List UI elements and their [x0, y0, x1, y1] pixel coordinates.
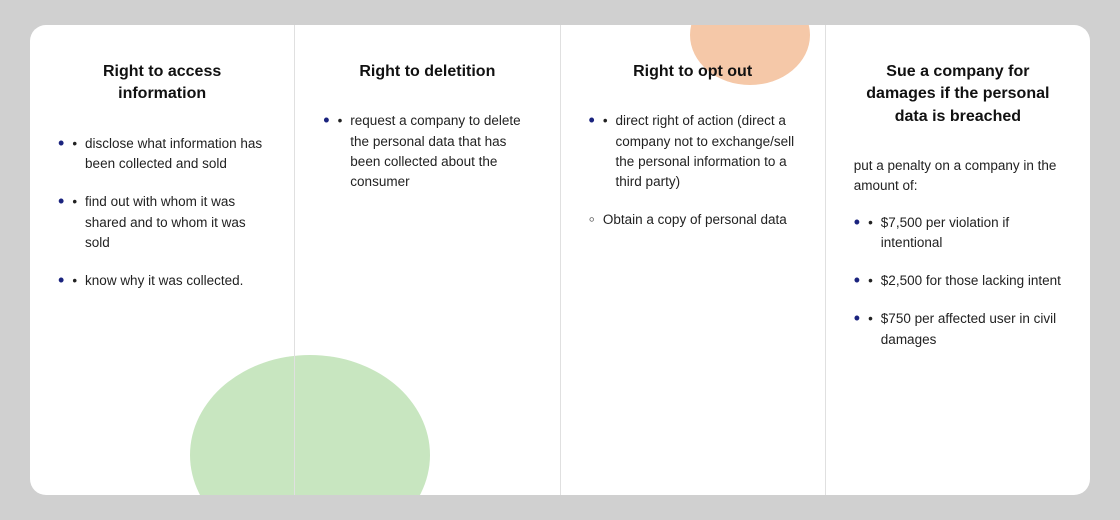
column-deletition: Right to deletition • request a company …: [295, 25, 560, 495]
list-item: • $750 per affected user in civil damage…: [854, 309, 1062, 350]
list-item-text: direct right of action (direct a company…: [616, 111, 797, 192]
list-item-text: $2,500 for those lacking intent: [881, 271, 1061, 291]
column-access: Right to access information • disclose w…: [30, 25, 295, 495]
bullet-icon: •: [868, 271, 873, 291]
list-item: • $7,500 per violation if intentional: [854, 213, 1062, 254]
col1-title: Right to access information: [58, 61, 266, 106]
list-item: • $2,500 for those lacking intent: [854, 271, 1062, 291]
bullet-icon: •: [72, 271, 77, 291]
bullet-icon: •: [72, 192, 77, 212]
list-item-text: $7,500 per violation if intentional: [881, 213, 1062, 254]
bullet-icon: •: [868, 309, 873, 329]
col1-bullet-list: • disclose what information has been col…: [58, 134, 266, 292]
list-item-text: find out with whom it was shared and to …: [85, 192, 266, 253]
list-item: • direct right of action (direct a compa…: [589, 111, 797, 192]
col3-title: Right to opt out: [589, 61, 797, 83]
col3-bullet-list: • direct right of action (direct a compa…: [589, 111, 797, 230]
list-item: • disclose what information has been col…: [58, 134, 266, 175]
list-item: Obtain a copy of personal data: [589, 210, 797, 230]
list-item: • request a company to delete the person…: [323, 111, 531, 192]
col4-title: Sue a company for damages if the persona…: [854, 61, 1062, 128]
bullet-icon: •: [603, 111, 608, 131]
bullet-icon: •: [338, 111, 343, 131]
col4-bullet-list: • $7,500 per violation if intentional • …: [854, 213, 1062, 350]
main-card: Right to access information • disclose w…: [30, 25, 1090, 495]
list-item: • find out with whom it was shared and t…: [58, 192, 266, 253]
list-item-text: Obtain a copy of personal data: [603, 210, 787, 230]
list-item: • know why it was collected.: [58, 271, 266, 291]
col4-intro: put a penalty on a company in the amount…: [854, 156, 1062, 197]
list-item-text: $750 per affected user in civil damages: [881, 309, 1062, 350]
col2-bullet-list: • request a company to delete the person…: [323, 111, 531, 192]
list-item-text: disclose what information has been colle…: [85, 134, 266, 175]
column-sue: Sue a company for damages if the persona…: [826, 25, 1090, 495]
bullet-icon: •: [72, 134, 77, 154]
bullet-icon: •: [868, 213, 873, 233]
list-item-text: request a company to delete the personal…: [350, 111, 531, 192]
col2-title: Right to deletition: [323, 61, 531, 83]
list-item-text: know why it was collected.: [85, 271, 243, 291]
column-opt-out: Right to opt out • direct right of actio…: [561, 25, 826, 495]
columns-wrapper: Right to access information • disclose w…: [30, 25, 1090, 495]
